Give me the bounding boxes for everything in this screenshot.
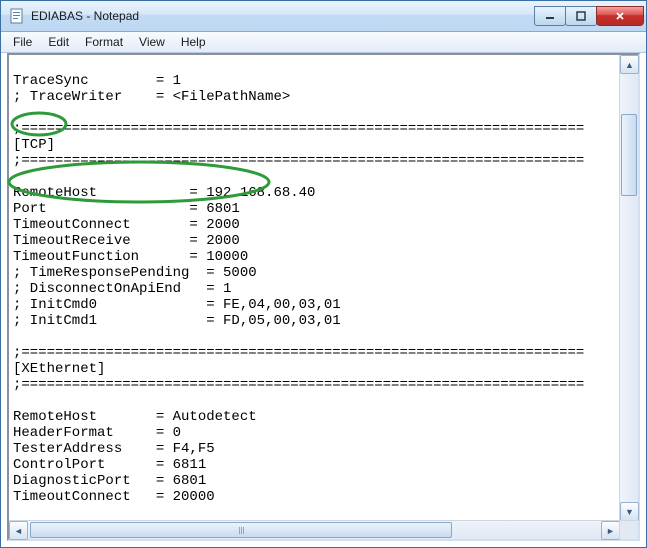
text-line: RemoteHost = Autodetect [13,409,257,425]
text-line: ; DisconnectOnApiEnd = 1 [13,281,231,297]
notepad-icon [9,8,25,24]
text-line: ; InitCmd0 = FE,04,00,03,01 [13,297,341,313]
text-line: TimeoutConnect = 2000 [13,217,240,233]
text-line: TesterAddress = F4,F5 [13,441,215,457]
text-line: HeaderFormat = 0 [13,425,181,441]
text-line: Port = 6801 [13,201,240,217]
notepad-window: EDIABAS - Notepad File Edit Format View … [0,0,647,548]
scroll-track-vertical[interactable] [620,74,638,502]
text-line: ; TraceWriter = <FilePathName> [13,89,290,105]
horizontal-scrollbar[interactable]: ◄ ► [9,520,620,539]
text-line: ;=======================================… [13,121,584,137]
menu-help[interactable]: Help [173,33,214,51]
window-title: EDIABAS - Notepad [31,9,535,23]
scroll-up-button[interactable]: ▲ [620,55,639,74]
text-line: ;=======================================… [13,153,584,169]
grip-icon [239,527,244,534]
content-area: TraceSync = 1 ; TraceWriter = <FilePathN… [7,53,640,541]
text-line: TraceSync = 1 [13,73,181,89]
text-line: DiagnosticPort = 6801 [13,473,206,489]
scroll-down-button[interactable]: ▼ [620,502,639,521]
maximize-button[interactable] [565,6,597,26]
text-line: [TCP] [13,137,55,153]
text-line: ; InitCmd1 = FD,05,00,03,01 [13,313,341,329]
scroll-thumb-horizontal[interactable] [30,522,452,538]
scroll-track-horizontal[interactable] [28,521,601,539]
text-line: RemoteHost = 192.168.68.40 [13,185,315,201]
text-line: ; TimeResponsePending = 5000 [13,265,257,281]
text-line: TimeoutReceive = 2000 [13,233,240,249]
minimize-button[interactable] [534,6,566,26]
text-line: [XEthernet] [13,361,105,377]
titlebar[interactable]: EDIABAS - Notepad [1,1,646,32]
text-editor[interactable]: TraceSync = 1 ; TraceWriter = <FilePathN… [9,55,620,521]
text-line: TimeoutConnect = 20000 [13,489,215,505]
menubar: File Edit Format View Help [1,32,646,53]
scrollbar-corner [619,520,638,539]
scroll-thumb-vertical[interactable] [621,114,637,196]
text-line: ControlPort = 6811 [13,457,206,473]
scroll-left-button[interactable]: ◄ [9,521,28,540]
window-buttons [535,6,644,26]
vertical-scrollbar[interactable]: ▲ ▼ [619,55,638,521]
menu-format[interactable]: Format [77,33,131,51]
close-button[interactable] [596,6,644,26]
text-line: ;=======================================… [13,377,584,393]
text-line: ;=======================================… [13,345,584,361]
text-line: TimeoutFunction = 10000 [13,249,248,265]
menu-file[interactable]: File [5,33,40,51]
scroll-right-button[interactable]: ► [601,521,620,540]
menu-edit[interactable]: Edit [40,33,77,51]
menu-view[interactable]: View [131,33,173,51]
